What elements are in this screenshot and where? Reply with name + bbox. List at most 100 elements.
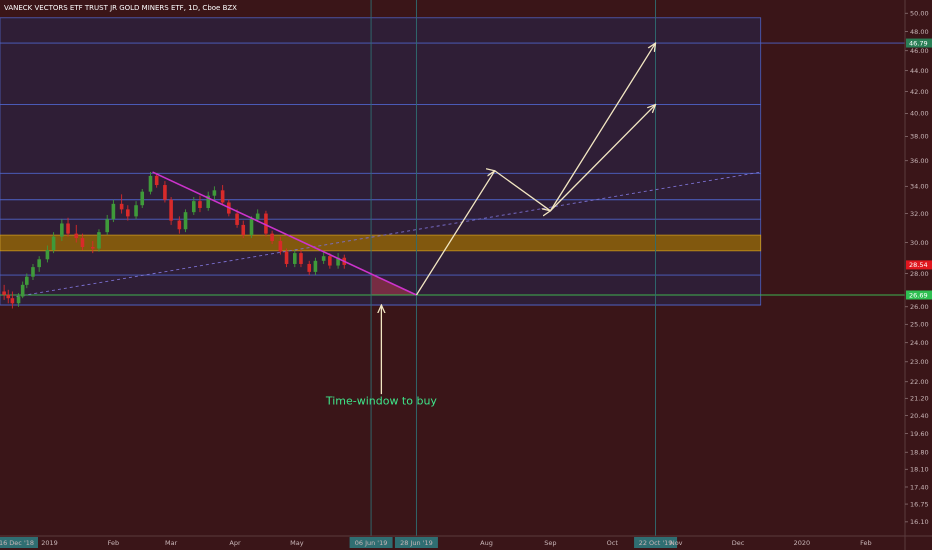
candle-body [2, 291, 6, 295]
candle-body [16, 296, 21, 304]
y-tick-label: 32.00 [910, 210, 929, 218]
x-tick-label: 22 Oct '19 [639, 539, 673, 547]
y-tick-label: 30.00 [910, 239, 929, 247]
y-tick-label: 17.40 [910, 483, 929, 491]
chart-root: Time-window to buy VANECK VECTORS ETF TRU… [0, 0, 932, 550]
candle-body [299, 253, 303, 264]
y-tick-label: 38.00 [910, 133, 929, 141]
candle-body [126, 209, 130, 217]
candle-body [154, 175, 159, 186]
y-tick-label: 36.00 [910, 157, 929, 165]
y-tick-label: 16.75 [910, 500, 929, 508]
y-tick-label: 48.00 [910, 28, 929, 36]
candle-body [105, 219, 109, 233]
candle-body [140, 191, 145, 206]
x-tick-label: Apr [229, 539, 241, 547]
price-tag-1: 28.54 [906, 260, 932, 270]
candle-body [328, 256, 332, 266]
price-tag-2: 26.69 [906, 290, 932, 300]
candle-body [292, 253, 297, 264]
candle-body [51, 236, 56, 251]
candle-body [191, 201, 196, 213]
x-tick-label: 2020 [794, 539, 811, 547]
candle-15 [97, 229, 101, 252]
candle-body [255, 213, 260, 220]
x-tick-label: Oct [607, 539, 619, 547]
candle-body [177, 220, 182, 230]
y-tick-label: 42.00 [910, 88, 929, 96]
candle-body [183, 212, 188, 230]
y-tick-label: 18.10 [910, 466, 929, 474]
candle-body [90, 247, 95, 249]
candle-body [31, 267, 35, 277]
y-tick-label: 40.00 [910, 110, 929, 118]
candle-body [235, 213, 239, 225]
y-tick-label: 50.00 [910, 10, 929, 18]
candle-body [278, 241, 283, 252]
x-tick-label: Dec [732, 539, 745, 547]
resistance-band [0, 234, 762, 252]
candle-body [198, 201, 202, 208]
range-box [0, 17, 762, 306]
price-tag-label: 26.69 [909, 291, 928, 299]
x-tick-label: Feb [860, 539, 872, 547]
x-tick-label: 28 Jun '19 [400, 539, 433, 547]
x-tick-label: May [290, 539, 304, 547]
candle-body [148, 175, 153, 192]
y-tick-label: 20.40 [910, 412, 929, 420]
x-tick-label: 2019 [41, 539, 58, 547]
price-chart: Time-window to buy VANECK VECTORS ETF TRU… [0, 0, 932, 550]
y-tick-label: 24.00 [910, 339, 929, 347]
candle-body [80, 238, 85, 248]
annotation-label: Time-window to buy [325, 395, 438, 408]
y-tick-label: 26.00 [910, 303, 929, 311]
x-tick-label: 16 Dec '18 [0, 539, 34, 547]
y-tick-label: 34.00 [910, 183, 929, 191]
y-tick-label: 18.80 [910, 449, 929, 457]
candle-27 [183, 209, 188, 233]
candle-body [169, 199, 173, 221]
candle-body [134, 205, 138, 217]
y-tick-label: 23.00 [910, 358, 929, 366]
candle-body [313, 260, 318, 272]
y-tick-label: 16.10 [910, 518, 929, 526]
candle-body [20, 284, 25, 297]
candle-body [270, 233, 274, 242]
x-tick-label: Sep [544, 539, 556, 547]
chart-title: VANECK VECTORS ETF TRUST JR GOLD MINERS … [4, 4, 237, 12]
y-tick-label: 19.60 [910, 430, 929, 438]
price-tag-label: 46.79 [909, 39, 928, 47]
price-tag-0: 46.79 [906, 38, 932, 48]
candle-body [66, 223, 70, 234]
candle-body [220, 190, 225, 203]
y-tick-label: 28.00 [910, 270, 929, 278]
candle-body [212, 190, 217, 196]
candle-body [60, 223, 64, 237]
candle-body [241, 224, 246, 236]
candle-body [45, 250, 50, 260]
x-tick-label: Feb [108, 539, 120, 547]
candle-body [74, 233, 79, 239]
candle-body [321, 256, 326, 261]
y-tick-label: 46.00 [910, 47, 929, 55]
candle-body [307, 263, 312, 272]
candle-body [6, 294, 11, 299]
candle-body [163, 185, 167, 200]
candle-body [284, 251, 289, 264]
candle-21 [140, 188, 145, 208]
candle-body [37, 259, 41, 268]
candle-body [111, 203, 116, 220]
candle-body [249, 219, 254, 236]
candle-body [10, 298, 15, 304]
x-tick-label: 06 Jun '19 [355, 539, 388, 547]
candle-body [24, 276, 29, 285]
candle-body [119, 203, 124, 210]
x-tick-label: Aug [480, 539, 493, 547]
x-tick-label: Mar [165, 539, 178, 547]
y-tick-label: 21.20 [910, 395, 929, 403]
x-tick-label: Nov [670, 539, 683, 547]
price-tag-label: 28.54 [909, 261, 928, 269]
y-tick-label: 25.00 [910, 321, 929, 329]
y-tick-label: 22.00 [910, 378, 929, 386]
candle-body [97, 232, 101, 249]
